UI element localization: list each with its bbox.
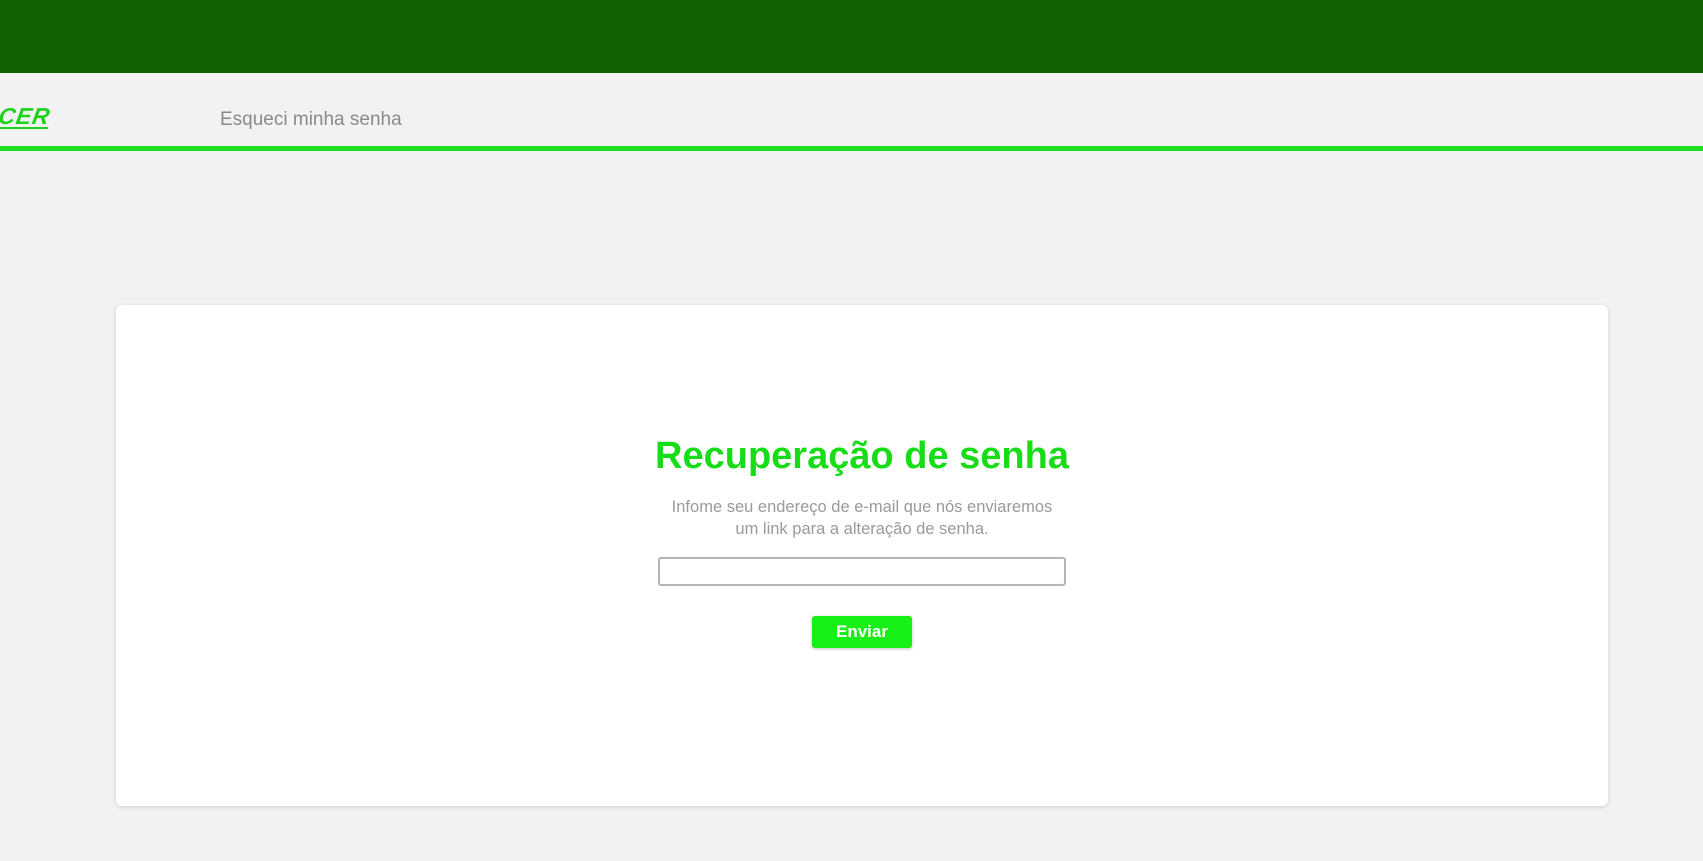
logo[interactable]: OCCER xyxy=(0,103,53,129)
top-bar xyxy=(0,0,1703,73)
recovery-title: Recuperação de senha xyxy=(655,435,1069,477)
nav-bar: OCCER Esqueci minha senha xyxy=(0,73,1703,151)
email-input[interactable] xyxy=(658,557,1066,586)
description-line-2: um link para a alteração de senha. xyxy=(735,520,989,538)
submit-button[interactable]: Enviar xyxy=(812,616,912,648)
description-line-1: Infome seu endereço de e-mail que nós en… xyxy=(671,498,1053,516)
recovery-card: Recuperação de senha Infome seu endereço… xyxy=(116,305,1608,806)
recovery-description: Infome seu endereço de e-mail que nós en… xyxy=(116,496,1608,540)
page-title: Esqueci minha senha xyxy=(220,109,402,130)
